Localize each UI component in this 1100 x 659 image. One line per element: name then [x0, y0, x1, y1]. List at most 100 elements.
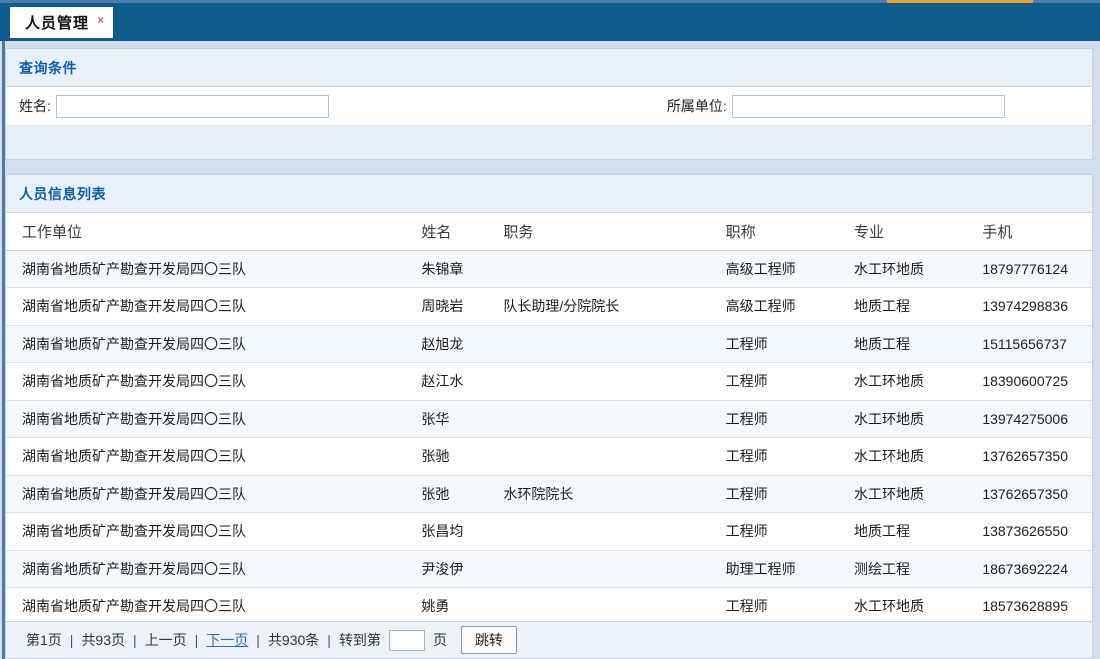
- cell-name: 张弛: [421, 475, 503, 513]
- cell-position: [503, 438, 725, 476]
- cell-unit: 湖南省地质矿产勘查开发局四〇三队: [6, 288, 421, 326]
- cell-position: [503, 363, 725, 401]
- cell-name: 尹浚伊: [421, 550, 503, 588]
- cell-unit: 湖南省地质矿产勘查开发局四〇三队: [6, 513, 421, 551]
- cell-name: 朱锦章: [421, 250, 503, 288]
- pagination-separator: |: [327, 632, 331, 648]
- cell-unit: 湖南省地质矿产勘查开发局四〇三队: [6, 400, 421, 438]
- pagination-separator: |: [70, 632, 74, 648]
- current-page-label: 第1页: [26, 630, 62, 650]
- cell-title: 工程师: [726, 363, 854, 401]
- cell-mobile: 13762657350: [982, 438, 1092, 476]
- query-panel-header: 查询条件: [6, 49, 1092, 87]
- cell-mobile: 18673692224: [982, 550, 1092, 588]
- pagination-separator: |: [133, 632, 137, 648]
- table-row[interactable]: 湖南省地质矿产勘查开发局四〇三队张华 工程师水工环地质13974275006: [6, 400, 1092, 438]
- name-field-label: 姓名:: [19, 96, 51, 116]
- query-panel-title: 查询条件: [19, 60, 77, 76]
- cell-title: 工程师: [726, 513, 854, 551]
- col-header-name: 姓名: [421, 213, 503, 250]
- cell-title: 工程师: [726, 588, 854, 622]
- main-content: 查询条件 姓名: 所属单位: 人员信息列表 工作单位姓名职务职称专业手机邮箱 湖…: [2, 41, 1093, 659]
- table-row[interactable]: 湖南省地质矿产勘查开发局四〇三队尹浚伊 助理工程师测绘工程18673692224: [6, 550, 1092, 588]
- pagination-separator: |: [195, 632, 199, 648]
- cell-name: 张驰: [421, 438, 503, 476]
- cell-mobile: 18797776124: [982, 250, 1092, 288]
- cell-name: 张昌均: [421, 513, 503, 551]
- cell-specialty: 水工环地质: [854, 588, 982, 622]
- cell-mobile: 13762657350: [982, 475, 1092, 513]
- jump-button[interactable]: 跳转: [461, 626, 517, 654]
- cell-name: 赵旭龙: [421, 325, 503, 363]
- col-header-title: 职称: [726, 213, 854, 250]
- personnel-table-wrap: 工作单位姓名职务职称专业手机邮箱 湖南省地质矿产勘查开发局四〇三队朱锦章高级工程…: [6, 213, 1092, 621]
- query-panel-footer: [6, 125, 1092, 159]
- cell-title: 工程师: [726, 400, 854, 438]
- table-row[interactable]: 湖南省地质矿产勘查开发局四〇三队赵江水 工程师水工环地质18390600725: [6, 363, 1092, 401]
- col-header-specialty: 专业: [854, 213, 982, 250]
- list-panel-header: 人员信息列表: [6, 175, 1092, 213]
- tab-close-icon[interactable]: ×: [97, 13, 104, 27]
- table-row[interactable]: 湖南省地质矿产勘查开发局四〇三队周晓岩队长助理/分院院长高级工程师地质工程139…: [6, 288, 1092, 326]
- cell-unit: 湖南省地质矿产勘查开发局四〇三队: [6, 475, 421, 513]
- cell-title: 工程师: [726, 438, 854, 476]
- col-header-mobile: 手机: [982, 213, 1092, 250]
- cell-specialty: 水工环地质: [854, 475, 982, 513]
- cell-position: 队长助理/分院院长: [503, 288, 725, 326]
- cell-mobile: 13974298836: [982, 288, 1092, 326]
- cell-title: 工程师: [726, 475, 854, 513]
- cell-mobile: 18573628895: [982, 588, 1092, 622]
- cell-specialty: 测绘工程: [854, 550, 982, 588]
- cell-title: 工程师: [726, 325, 854, 363]
- cell-specialty: 水工环地质: [854, 250, 982, 288]
- table-row[interactable]: 湖南省地质矿产勘查开发局四〇三队姚勇工程师水工环地质18573628895: [6, 588, 1092, 622]
- table-header-row: 工作单位姓名职务职称专业手机邮箱: [6, 213, 1092, 250]
- prev-page-link[interactable]: 上一页: [145, 630, 187, 650]
- unit-input[interactable]: [732, 95, 1005, 118]
- table-row[interactable]: 湖南省地质矿产勘查开发局四〇三队张昌均工程师地质工程13873626550: [6, 513, 1092, 551]
- cell-mobile: 13873626550: [982, 513, 1092, 551]
- total-records-label: 共930条: [268, 630, 319, 650]
- goto-page-input[interactable]: [389, 630, 425, 651]
- next-page-link[interactable]: 下一页: [206, 630, 248, 650]
- cell-name: 赵江水: [421, 363, 503, 401]
- cell-position: [503, 250, 725, 288]
- list-panel-title: 人员信息列表: [19, 186, 106, 202]
- goto-page-label: 转到第: [339, 630, 381, 650]
- cell-unit: 湖南省地质矿产勘查开发局四〇三队: [6, 363, 421, 401]
- cell-position: [503, 325, 725, 363]
- name-input[interactable]: [56, 95, 329, 118]
- table-row[interactable]: 湖南省地质矿产勘查开发局四〇三队张驰 工程师水工环地质13762657350: [6, 438, 1092, 476]
- unit-field-group: 所属单位:: [667, 95, 1005, 118]
- cell-name: 张华: [421, 400, 503, 438]
- cell-title: 高级工程师: [726, 288, 854, 326]
- table-row[interactable]: 湖南省地质矿产勘查开发局四〇三队赵旭龙工程师地质工程15115656737: [6, 325, 1092, 363]
- table-row[interactable]: 湖南省地质矿产勘查开发局四〇三队朱锦章 高级工程师水工环地质18797776124: [6, 250, 1092, 288]
- cell-title: 助理工程师: [726, 550, 854, 588]
- cell-mobile: 18390600725: [982, 363, 1092, 401]
- pagination-bar: 第1页 | 共93页 | 上一页 | 下一页 | 共930条 | 转到第 页 跳…: [6, 621, 1092, 658]
- cell-title: 高级工程师: [726, 250, 854, 288]
- tab-personnel-management[interactable]: 人员管理 ×: [10, 7, 113, 38]
- col-header-unit: 工作单位: [6, 213, 421, 250]
- personnel-list-panel: 人员信息列表 工作单位姓名职务职称专业手机邮箱 湖南省地质矿产勘查开发局四〇三队…: [5, 174, 1093, 659]
- tab-title: 人员管理: [25, 12, 89, 33]
- unit-field-label: 所属单位:: [667, 96, 727, 116]
- cell-unit: 湖南省地质矿产勘查开发局四〇三队: [6, 550, 421, 588]
- cell-position: [503, 550, 725, 588]
- cell-specialty: 水工环地质: [854, 438, 982, 476]
- pagination-separator: |: [256, 632, 260, 648]
- cell-specialty: 水工环地质: [854, 400, 982, 438]
- cell-unit: 湖南省地质矿产勘查开发局四〇三队: [6, 250, 421, 288]
- cell-unit: 湖南省地质矿产勘查开发局四〇三队: [6, 325, 421, 363]
- cell-specialty: 地质工程: [854, 288, 982, 326]
- cell-mobile: 13974275006: [982, 400, 1092, 438]
- cell-name: 周晓岩: [421, 288, 503, 326]
- cell-mobile: 15115656737: [982, 325, 1092, 363]
- table-row[interactable]: 湖南省地质矿产勘查开发局四〇三队张弛水环院院长工程师水工环地质137626573…: [6, 475, 1092, 513]
- total-pages-label: 共93页: [81, 630, 125, 650]
- cell-position: [503, 400, 725, 438]
- cell-position: [503, 588, 725, 622]
- cell-unit: 湖南省地质矿产勘查开发局四〇三队: [6, 438, 421, 476]
- cell-specialty: 水工环地质: [854, 363, 982, 401]
